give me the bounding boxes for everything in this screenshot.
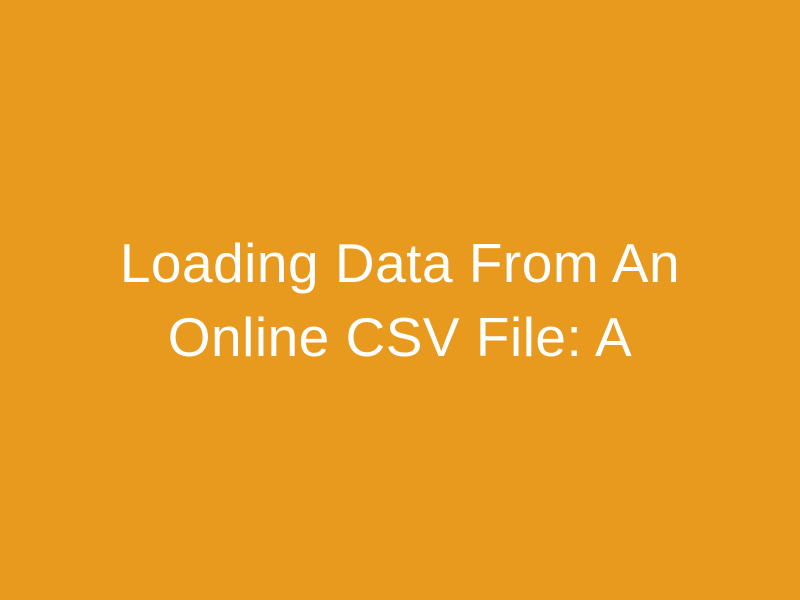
- title-container: Loading Data From An Online CSV File: A: [0, 226, 800, 375]
- page-title: Loading Data From An Online CSV File: A: [60, 226, 740, 375]
